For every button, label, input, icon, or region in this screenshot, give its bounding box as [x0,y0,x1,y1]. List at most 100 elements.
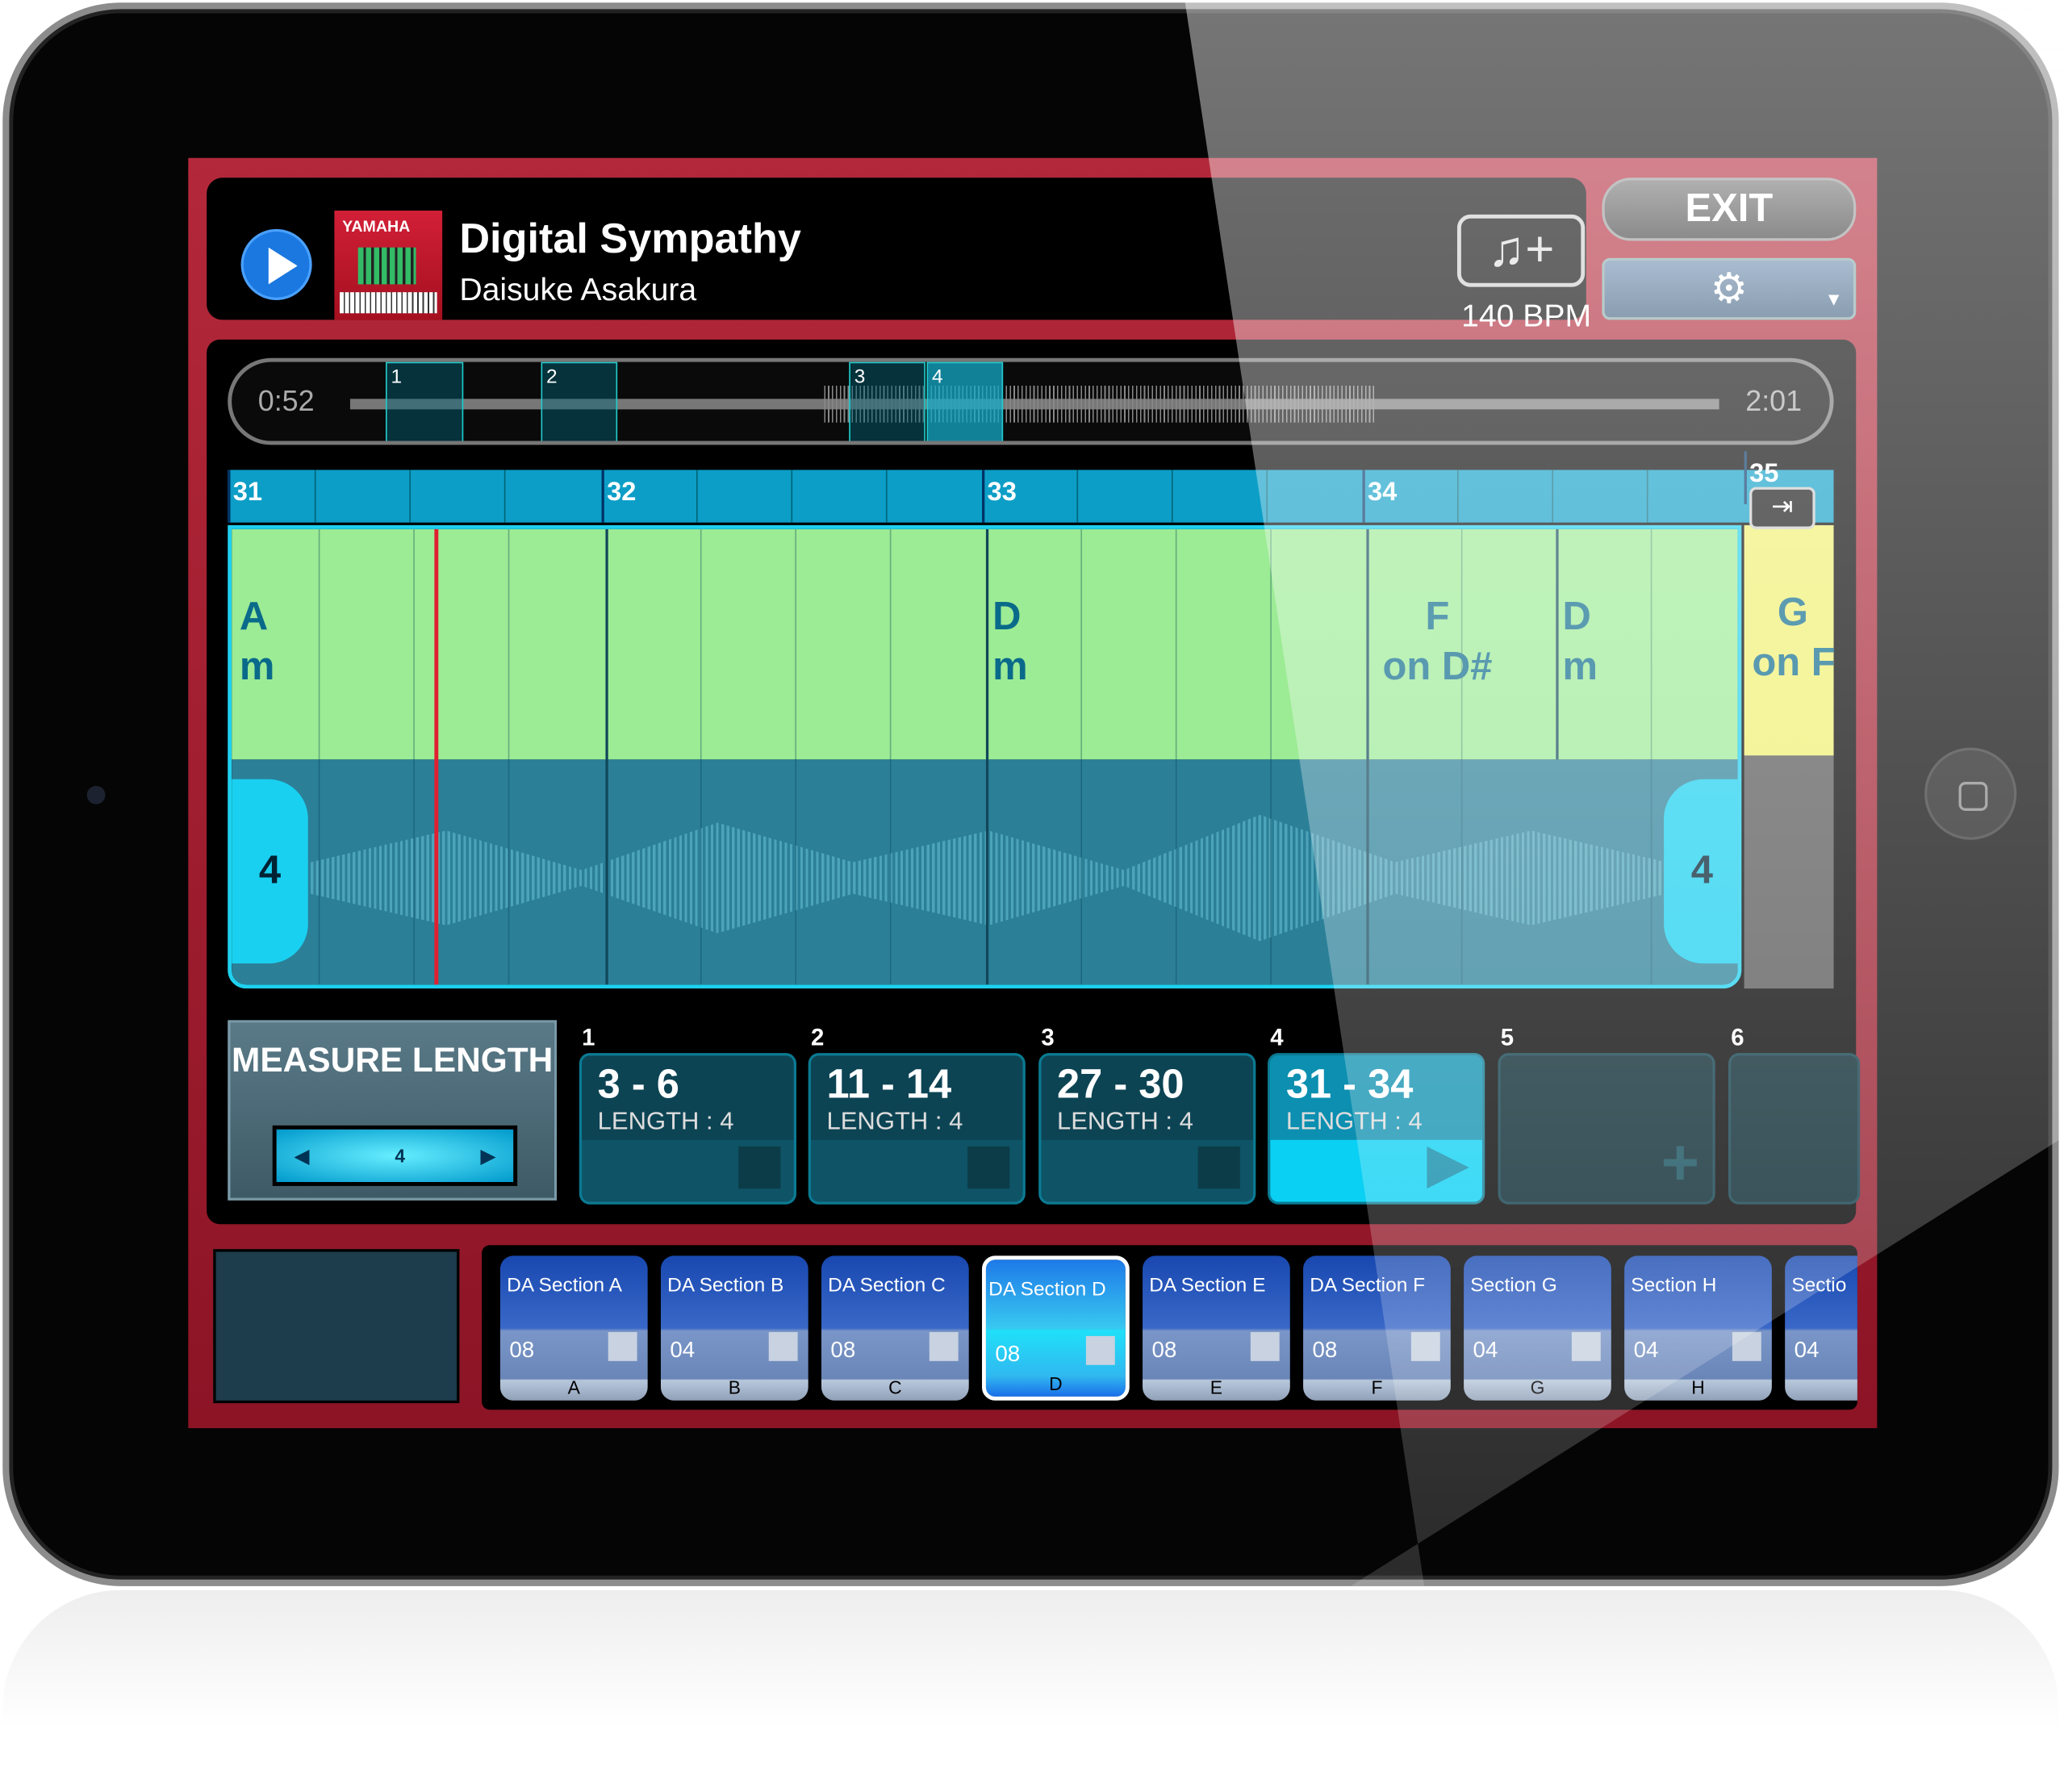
beat-line [1266,470,1268,523]
section-key: H [1691,1376,1705,1398]
section-key: D [1049,1372,1063,1394]
section-button-c[interactable]: DA Section C 08 C [821,1255,969,1401]
section-button-e[interactable]: DA Section E 08 E [1143,1255,1290,1401]
app-screen: YAMAHA Digital Sympathy Daisuke Asakura … [188,157,1878,1429]
loop-slot-1[interactable]: 3 - 6 LENGTH : 4 [579,1053,796,1205]
stop-icon [1197,1146,1240,1189]
art-pads [357,247,416,285]
section-count: 04 [670,1337,696,1363]
loop-slot-4[interactable]: 31 - 34 LENGTH : 4 [1268,1053,1485,1205]
beat-line [1080,528,1083,985]
section-name: DA Section D [988,1278,1106,1301]
playhead[interactable] [434,528,439,985]
section-button-h[interactable]: Section H 04 H [1624,1255,1772,1401]
section-indicator [1085,1335,1115,1365]
section-name: Section G [1470,1274,1557,1297]
section-count: 08 [1312,1337,1338,1363]
section-button-a[interactable]: DA Section A 08 A [499,1255,648,1401]
start-time: 0:52 [257,384,315,418]
empty-pad [213,1249,460,1404]
overview-section-2[interactable]: 2 [541,361,618,441]
chord-quality: on F [1752,641,1836,685]
section-button-i[interactable]: Sectio 04 [1785,1255,1857,1401]
loop-start-handle[interactable]: 4 [232,779,308,964]
settings-button[interactable]: ⚙ ▼ [1602,257,1857,320]
exit-button[interactable]: EXIT [1602,178,1857,241]
beat-line [1171,470,1173,523]
loop-slot-2[interactable]: 11 - 14 LENGTH : 4 [808,1053,1026,1205]
song-overview-scrubber[interactable]: 0:52 2:01 1 2 3 4 [228,357,1834,445]
play-button[interactable] [240,228,312,300]
section-count: 04 [1473,1337,1498,1363]
increment-arrow-icon[interactable]: ▶ [481,1130,495,1182]
bpm-readout: 140 BPM [1461,299,1592,335]
chord-root: G [1777,591,1809,635]
section-button-f[interactable]: DA Section F 08 F [1303,1255,1451,1401]
chord-2[interactable]: Dm [992,592,1028,692]
section-key: E [1210,1376,1223,1398]
slot-number: 1 [582,1024,595,1051]
section-key: A [567,1376,580,1398]
stop-icon [967,1146,1010,1189]
music-note-plus-icon: ♫+ [1487,222,1555,278]
add-icon: + [1661,1125,1700,1200]
overview-section-1[interactable]: 1 [386,361,464,441]
next-chord-block[interactable]: Gon F [1744,524,1836,756]
slot-length: LENGTH : 4 [1285,1108,1423,1136]
beat-line [795,528,796,985]
beat-line [508,528,510,985]
loop-slot-6[interactable] [1728,1053,1861,1205]
slot-number: 3 [1041,1024,1055,1051]
measure-length-label: MEASURE LENGTH [232,1039,554,1080]
home-button[interactable] [1924,747,2017,840]
measure-32: 32 [601,470,639,523]
slot-length: LENGTH : 4 [597,1108,734,1136]
beat-line [413,528,415,985]
overview-section-4[interactable]: 4 [926,361,1004,441]
chord-4[interactable]: Dm [1562,592,1598,692]
section-button-b[interactable]: DA Section B 04 B [660,1255,808,1401]
beat-line [1552,470,1554,523]
beat-line [314,470,316,523]
overview-section-3[interactable]: 3 [849,361,925,441]
section-indicator [608,1331,637,1361]
song-header: YAMAHA Digital Sympathy Daisuke Asakura … [207,178,1591,334]
loop-end-handle[interactable]: 4 [1664,779,1738,964]
section-count: 04 [1794,1337,1820,1363]
slot-length: LENGTH : 4 [826,1108,963,1136]
chord-1[interactable]: Am [240,592,275,692]
chord-root: D [1562,595,1591,639]
measure-length-stepper[interactable]: ◀ 4 ▶ [272,1125,518,1186]
chord-3[interactable]: Fon D# [1372,592,1503,692]
chord-root: D [992,595,1022,639]
beat-line [503,470,506,523]
beat-line [1076,470,1079,523]
section-indicator [768,1331,798,1361]
section-button-d[interactable]: DA Section D 08 D [982,1255,1130,1401]
chord-quality: on D# [1382,645,1493,689]
chord-root: F [1425,595,1450,639]
loop-extend-icon[interactable]: ⇥ [1749,487,1815,529]
editor-panel: 0:52 2:01 1 2 3 4 31 32 33 34 35 Gon F ⇥ [207,339,1861,1225]
loop-slot-3[interactable]: 27 - 30 LENGTH : 4 [1038,1053,1256,1205]
section-button-g[interactable]: Section G 04 G [1464,1255,1611,1401]
beat-line [889,528,892,985]
section-name: Sectio [1791,1274,1847,1297]
beat-line [1456,470,1459,523]
slot-length: LENGTH : 4 [1057,1108,1193,1136]
decrement-arrow-icon[interactable]: ◀ [295,1130,309,1182]
measure-length-panel: MEASURE LENGTH ◀ 4 ▶ [228,1020,558,1201]
beat-line [1650,528,1652,985]
loop-slot-5[interactable]: + [1498,1053,1715,1205]
beat-line [1646,470,1648,523]
chord-divider [1556,528,1559,760]
section-name: DA Section F [1310,1274,1426,1297]
section-name: DA Section B [667,1274,784,1297]
loop-region[interactable]: Am Dm Fon D# Dm 4 4 [228,524,1742,989]
measure-ruler[interactable]: 31 32 33 34 35 [228,451,1834,523]
home-icon [1958,782,1988,811]
beat-line [1175,528,1177,985]
tempo-button[interactable]: ♫+ [1456,214,1586,287]
section-bar: DA Section A 08 A DA Section B 04 B DA Secti… [482,1245,1857,1410]
slot-range: 11 - 14 [826,1060,952,1108]
